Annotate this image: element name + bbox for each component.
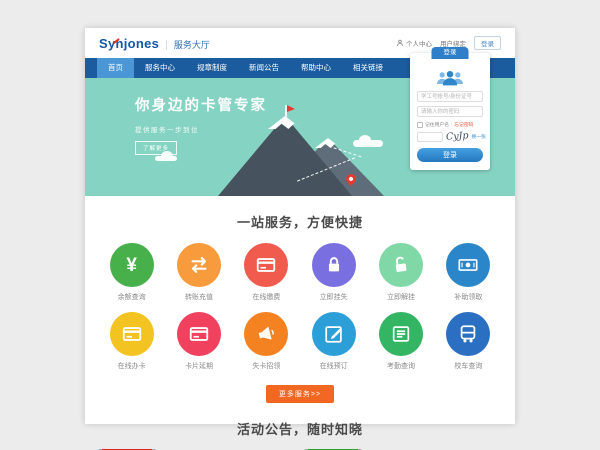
brand-name: Synjones — [99, 36, 159, 51]
service-label: 余额查询 — [118, 292, 146, 302]
lock-icon — [312, 243, 356, 287]
hero-banner: 你身边的卡管专家 提供服务一步到位 了解更多 登录 — [85, 78, 515, 196]
bus-icon — [446, 312, 490, 356]
card-extend-icon — [177, 312, 221, 356]
nav-item-rules[interactable]: 规章制度 — [186, 58, 238, 78]
megaphone-icon — [244, 312, 288, 356]
forgot-password-link[interactable]: 忘记密码 — [454, 121, 473, 128]
service-attendance-inquiry[interactable]: 考勤查询 — [367, 312, 434, 371]
password-input[interactable] — [417, 106, 483, 117]
captcha-row: CyJp 换一张 — [417, 131, 483, 142]
login-submit-button[interactable]: 登录 — [417, 148, 483, 162]
service-online-payment[interactable]: 在线缴费 — [233, 243, 300, 302]
portal-page: Synjones | 服务大厅 个人中心 用户绑定 登录 首页 服务中心 规章制… — [85, 28, 515, 424]
service-balance-inquiry[interactable]: ¥ 余额查询 — [98, 243, 165, 302]
service-label: 失卡招领 — [252, 361, 280, 371]
service-card-extension[interactable]: 卡片延期 — [165, 312, 232, 371]
service-label: 在线办卡 — [118, 361, 146, 371]
service-label: 在线预订 — [320, 361, 348, 371]
unlock-icon — [379, 243, 423, 287]
login-tab[interactable]: 登录 — [432, 47, 469, 59]
login-panel: 登录 记住用户名 | 忘记密码 CyJp 换一张 登录 — [410, 53, 490, 170]
service-label: 校车查询 — [454, 361, 482, 371]
captcha-input[interactable] — [417, 132, 443, 142]
service-label: 立即解挂 — [387, 292, 415, 302]
nav-item-service-center[interactable]: 服务中心 — [134, 58, 186, 78]
nav-item-news[interactable]: 新闻公告 — [238, 58, 290, 78]
desktop-background: Synjones | 服务大厅 个人中心 用户绑定 登录 首页 服务中心 规章制… — [0, 0, 600, 450]
header-login-button[interactable]: 登录 — [474, 36, 501, 50]
summit-flag-icon — [287, 105, 295, 112]
nav-item-help[interactable]: 帮助中心 — [290, 58, 342, 78]
divider: | — [451, 122, 452, 127]
more-services-wrap: 更多服务>> — [85, 383, 515, 403]
service-label: 卡片延期 — [185, 361, 213, 371]
banknote-icon — [446, 243, 490, 287]
nav-item-links[interactable]: 相关链接 — [342, 58, 394, 78]
nav-item-home[interactable]: 首页 — [97, 58, 134, 78]
remember-row: 记住用户名 | 忘记密码 — [417, 121, 483, 128]
brand-divider: | — [165, 40, 168, 51]
service-transfer-recharge[interactable]: 转账充值 — [165, 243, 232, 302]
service-lost-card-claim[interactable]: 失卡招领 — [233, 312, 300, 371]
balance-yen-icon: ¥ — [110, 243, 154, 287]
service-online-card-apply[interactable]: 在线办卡 — [98, 312, 165, 371]
services-section: 一站服务，方便快捷 ¥ 余额查询 转账充值 在线缴费 — [85, 196, 515, 403]
transfer-arrows-icon — [177, 243, 221, 287]
user-icon — [396, 39, 404, 47]
remember-checkbox[interactable] — [417, 122, 423, 128]
service-cancel-loss[interactable]: 立即解挂 — [367, 243, 434, 302]
services-title: 一站服务，方便快捷 — [85, 212, 515, 231]
service-label: 立即挂失 — [320, 292, 348, 302]
service-subsidy-collect[interactable]: 补助领取 — [435, 243, 502, 302]
announcements-section: 活动公告，随时知晓 使用指南 最新公告 更多>> 使用指南 更多>> — [85, 407, 515, 450]
mountain-illustration — [200, 104, 410, 196]
users-group-icon — [417, 69, 483, 86]
cloud-icon-small — [155, 156, 177, 161]
payment-card-icon — [244, 243, 288, 287]
service-online-booking[interactable]: 在线预订 — [300, 312, 367, 371]
service-label: 在线缴费 — [252, 292, 280, 302]
service-label: 转账充值 — [185, 292, 213, 302]
remember-label: 记住用户名 — [425, 121, 449, 128]
service-school-bus-inquiry[interactable]: 校车查询 — [435, 312, 502, 371]
brand-suffix: 服务大厅 — [174, 38, 210, 51]
cloud-icon — [353, 140, 383, 147]
captcha-image[interactable]: CyJp — [446, 130, 469, 143]
captcha-refresh-link[interactable]: 换一张 — [472, 133, 486, 140]
services-grid: ¥ 余额查询 转账充值 在线缴费 — [98, 243, 502, 371]
brand-logo[interactable]: Synjones | 服务大厅 — [99, 36, 210, 51]
announcements-title: 活动公告，随时知晓 — [85, 419, 515, 438]
personal-center-label: 个人中心 — [406, 38, 432, 48]
more-services-button[interactable]: 更多服务>> — [266, 385, 334, 403]
edit-pencil-icon — [312, 312, 356, 356]
attendance-list-icon — [379, 312, 423, 356]
service-label: 考勤查询 — [387, 361, 415, 371]
account-input[interactable] — [417, 91, 483, 102]
service-label: 补助领取 — [454, 292, 482, 302]
service-report-loss[interactable]: 立即挂失 — [300, 243, 367, 302]
card-apply-icon — [110, 312, 154, 356]
personal-center-link[interactable]: 个人中心 — [396, 38, 432, 48]
